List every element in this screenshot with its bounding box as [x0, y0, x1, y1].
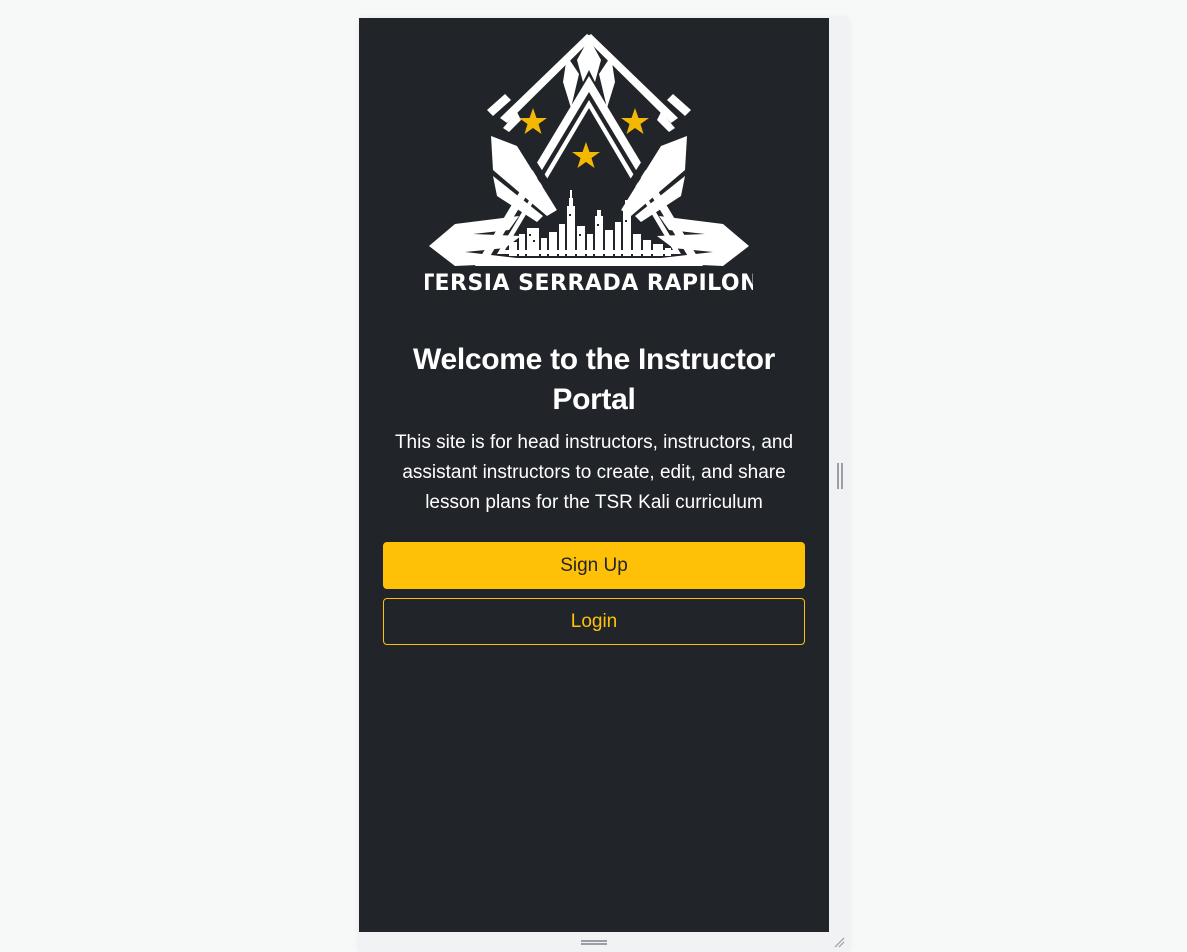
mobile-viewport: TERSIA SERRADA RAPILON Welcome to the In… — [359, 18, 829, 932]
tsr-crest-logo: TERSIA SERRADA RAPILON — [425, 34, 753, 296]
page-title: Welcome to the Instructor Portal — [413, 343, 775, 416]
resize-handle-right[interactable] — [837, 463, 843, 489]
logo-wordmark: TERSIA SERRADA RAPILON — [425, 271, 753, 296]
page-description: This site is for head instructors, instr… — [394, 432, 794, 513]
resize-corner-icon[interactable] — [833, 936, 845, 948]
resize-handle-bottom[interactable] — [581, 940, 607, 945]
login-button[interactable]: Login — [383, 598, 805, 645]
sign-up-button[interactable]: Sign Up — [383, 542, 805, 589]
device-frame: TERSIA SERRADA RAPILON Welcome to the In… — [359, 18, 849, 952]
